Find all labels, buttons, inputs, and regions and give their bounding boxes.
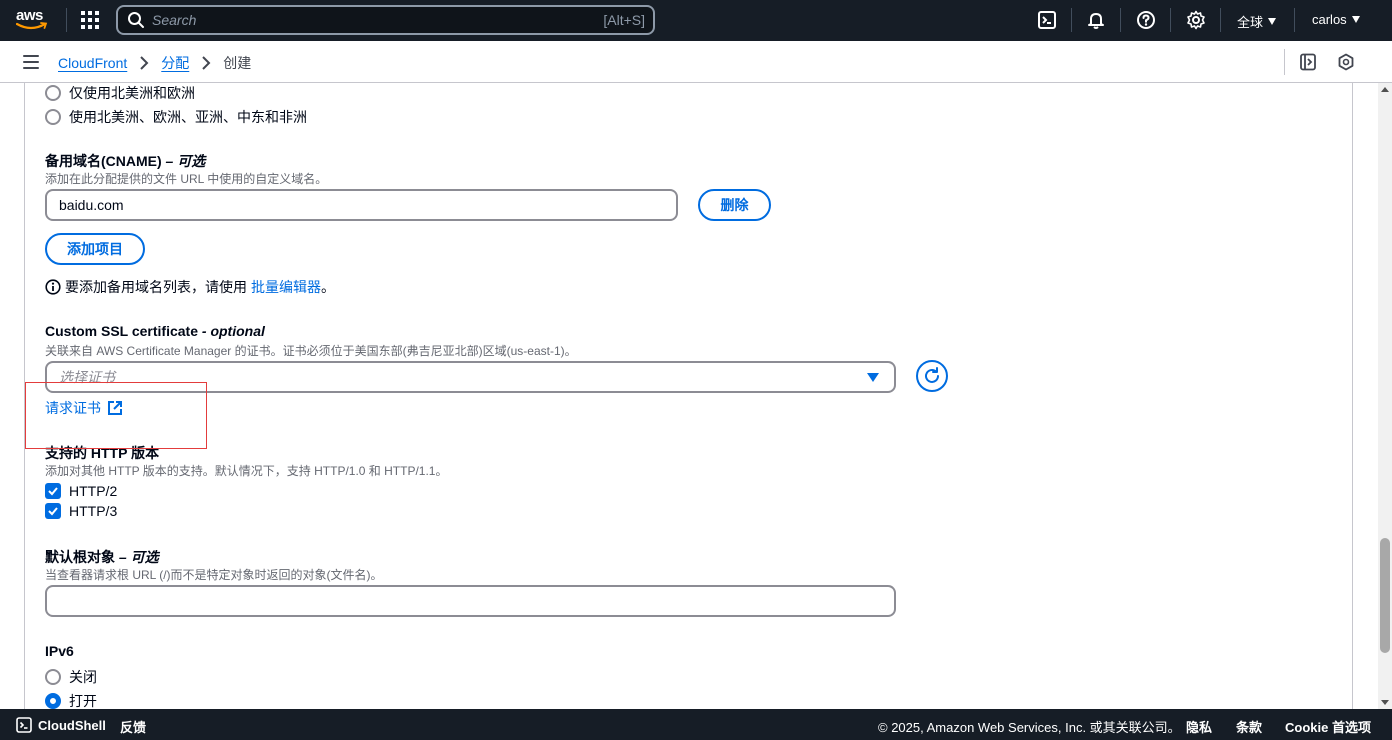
assistant-icon[interactable] bbox=[1337, 53, 1355, 71]
refresh-button[interactable] bbox=[916, 360, 948, 392]
caret-down-icon bbox=[1351, 16, 1360, 23]
breadcrumb-distributions[interactable]: 分配 bbox=[161, 53, 189, 73]
help-icon[interactable] bbox=[1136, 10, 1156, 30]
radio-button[interactable] bbox=[45, 85, 61, 101]
option-label: 使用北美洲、欧洲、亚洲、中东和非洲 bbox=[69, 109, 307, 125]
radio-button[interactable] bbox=[45, 669, 61, 685]
aws-logo-text: aws bbox=[16, 7, 43, 24]
region-label: 全球 bbox=[1237, 15, 1264, 30]
certificate-select[interactable]: 选择证书 bbox=[45, 361, 896, 393]
side-panel-icon[interactable] bbox=[1299, 53, 1317, 71]
services-grid-icon[interactable] bbox=[80, 10, 100, 30]
caret-down-icon bbox=[867, 373, 879, 382]
info-text: 要添加备用域名列表，请使用 bbox=[65, 279, 247, 295]
checkbox-checked[interactable] bbox=[45, 503, 61, 519]
http-versions-description: 添加对其他 HTTP 版本的支持。默认情况下，支持 HTTP/1.0 和 HTT… bbox=[45, 464, 448, 478]
gear-icon[interactable] bbox=[1186, 10, 1206, 30]
page-scrollbar[interactable] bbox=[1378, 83, 1392, 709]
certificate-placeholder: 选择证书 bbox=[59, 369, 115, 385]
cloudshell-icon bbox=[16, 717, 32, 733]
ipv6-on-option[interactable]: 打开 bbox=[45, 691, 97, 709]
nav-divider bbox=[66, 8, 67, 32]
request-certificate-label: 请求证书 bbox=[45, 400, 101, 416]
default-root-label: 默认根对象 – 可选 bbox=[45, 549, 159, 565]
price-class-option-na-eu[interactable]: 仅使用北美洲和欧洲 bbox=[45, 83, 195, 103]
info-end: 。 bbox=[321, 279, 335, 295]
ssl-description: 关联来自 AWS Certificate Manager 的证书。证书必须位于美… bbox=[45, 344, 577, 358]
bell-icon[interactable] bbox=[1086, 10, 1106, 30]
optional-tag: – 可选 bbox=[165, 153, 206, 169]
default-root-input[interactable] bbox=[45, 585, 896, 617]
user-menu[interactable]: carlos bbox=[1312, 12, 1360, 27]
cname-description: 添加在此分配提供的文件 URL 中使用的自定义域名。 bbox=[45, 172, 328, 186]
remove-button[interactable]: 删除 bbox=[698, 189, 771, 221]
breadcrumb-current: 创建 bbox=[223, 55, 252, 71]
copyright-text: © 2025, Amazon Web Services, Inc. 或其关联公司… bbox=[878, 720, 1181, 735]
add-item-button[interactable]: 添加项目 bbox=[45, 233, 145, 265]
http2-checkbox-row[interactable]: HTTP/2 bbox=[45, 483, 117, 499]
price-class-option-na-eu-asia[interactable]: 使用北美洲、欧洲、亚洲、中东和非洲 bbox=[45, 107, 307, 127]
scrollbar-thumb[interactable] bbox=[1380, 538, 1390, 653]
option-label: HTTP/3 bbox=[69, 503, 118, 519]
radio-button[interactable] bbox=[45, 109, 61, 125]
region-selector[interactable]: 全球 bbox=[1237, 12, 1277, 31]
chevron-right-icon bbox=[202, 56, 211, 70]
aws-logo[interactable]: aws bbox=[16, 8, 50, 32]
nav-divider bbox=[1170, 8, 1171, 32]
checkbox-checked[interactable] bbox=[45, 483, 61, 499]
form-panel: 仅使用北美洲和欧洲 使用北美洲、欧洲、亚洲、中东和非洲 备用域名(CNAME) … bbox=[24, 83, 1353, 709]
divider bbox=[1284, 49, 1285, 75]
radio-button-selected[interactable] bbox=[45, 693, 61, 709]
refresh-icon bbox=[925, 367, 939, 383]
optional-tag: - optional bbox=[201, 323, 265, 339]
option-label: 仅使用北美洲和欧洲 bbox=[69, 85, 195, 101]
breadcrumb-cloudfront[interactable]: CloudFront bbox=[58, 55, 127, 71]
request-certificate-link[interactable]: 请求证书 bbox=[45, 398, 123, 418]
breadcrumb-bar: CloudFront 分配 创建 bbox=[0, 41, 1392, 83]
ipv6-label: IPv6 bbox=[45, 643, 74, 659]
privacy-link[interactable]: 隐私 bbox=[1186, 717, 1212, 736]
scroll-up-icon[interactable] bbox=[1381, 87, 1389, 92]
search-input[interactable]: Search [Alt+S] bbox=[116, 5, 655, 35]
nav-divider bbox=[1120, 8, 1121, 32]
cname-value: baidu.com bbox=[59, 197, 124, 213]
bulk-editor-link[interactable]: 批量编辑器 bbox=[251, 277, 321, 297]
http3-checkbox-row[interactable]: HTTP/3 bbox=[45, 503, 117, 519]
nav-divider bbox=[1294, 8, 1295, 32]
ipv6-off-option[interactable]: 关闭 bbox=[45, 667, 97, 687]
option-label: HTTP/2 bbox=[69, 483, 118, 499]
feedback-link[interactable]: 反馈 bbox=[120, 717, 146, 736]
cloudshell-button[interactable]: CloudShell bbox=[16, 717, 106, 733]
option-label: 打开 bbox=[69, 693, 97, 709]
cname-input[interactable]: baidu.com bbox=[45, 189, 678, 221]
checkmark-icon bbox=[48, 487, 58, 496]
cloudshell-label: CloudShell bbox=[38, 717, 106, 733]
nav-divider bbox=[1220, 8, 1221, 32]
terms-link[interactable]: 条款 bbox=[1236, 717, 1262, 736]
menu-icon[interactable] bbox=[23, 55, 39, 69]
default-root-description: 当查看器请求根 URL (/)而不是特定对象时返回的对象(文件名)。 bbox=[45, 568, 383, 582]
nav-divider bbox=[1071, 8, 1072, 32]
bulk-editor-info: 要添加备用域名列表，请使用 批量编辑器 。 bbox=[45, 277, 335, 297]
scroll-down-icon[interactable] bbox=[1381, 700, 1389, 705]
search-icon bbox=[128, 12, 144, 28]
cname-label: 备用域名(CNAME) – 可选 bbox=[45, 153, 206, 169]
cookie-preferences-link[interactable]: Cookie 首选项 bbox=[1285, 717, 1371, 736]
cloudshell-icon[interactable] bbox=[1037, 10, 1057, 30]
search-shortcut: [Alt+S] bbox=[603, 12, 645, 28]
breadcrumb: CloudFront 分配 创建 bbox=[58, 53, 251, 73]
top-navigation: aws Search [Alt+S] 全球 carlos bbox=[0, 0, 1392, 41]
checkmark-icon bbox=[48, 507, 58, 516]
search-placeholder: Search bbox=[152, 12, 197, 28]
footer: CloudShell 反馈 © 2025, Amazon Web Service… bbox=[0, 709, 1392, 740]
user-name: carlos bbox=[1312, 12, 1347, 27]
info-icon bbox=[45, 279, 61, 295]
chevron-right-icon bbox=[140, 56, 149, 70]
caret-down-icon bbox=[1268, 18, 1277, 25]
ssl-label: Custom SSL certificate - optional bbox=[45, 323, 265, 339]
optional-tag: – 可选 bbox=[118, 549, 159, 565]
external-link-icon bbox=[108, 401, 122, 415]
http-versions-label: 支持的 HTTP 版本 bbox=[45, 445, 160, 461]
option-label: 关闭 bbox=[69, 669, 97, 685]
